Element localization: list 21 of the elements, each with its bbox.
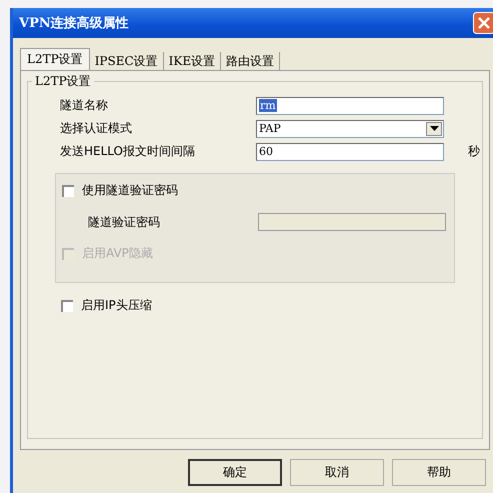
input-field[interactable]: rm <box>256 96 444 114</box>
unit-label: 秒 <box>468 143 480 160</box>
dropdown[interactable]: PAP <box>256 120 444 138</box>
checkbox[interactable] <box>62 184 74 196</box>
caret-icon <box>430 126 438 131</box>
dialog-button[interactable]: 帮助 <box>392 459 486 486</box>
field-label: 选择认证模式 <box>60 120 133 137</box>
dialog-button[interactable]: 确定 <box>188 459 282 486</box>
window-title: VPN连接高级属性 <box>19 14 129 32</box>
input-field[interactable]: 60 <box>256 142 444 160</box>
checkbox-label: 使用隧道验证密码 <box>82 182 178 199</box>
checkbox-label: 启用IP头压缩 <box>81 297 152 314</box>
close-icon[interactable] <box>473 12 493 34</box>
field-label: 隧道验证密码 <box>88 214 161 230</box>
field-label: 隧道名称 <box>60 97 109 114</box>
dialog-button[interactable]: 取消 <box>290 459 384 486</box>
checkbox[interactable] <box>61 300 73 312</box>
field-label: 发送HELLO报文时间间隔 <box>60 143 196 160</box>
tab[interactable]: L2TP设置 <box>20 48 90 70</box>
checkbox-label: 启用AVP隐藏 <box>82 245 153 262</box>
group-title: L2TP设置 <box>34 73 92 90</box>
